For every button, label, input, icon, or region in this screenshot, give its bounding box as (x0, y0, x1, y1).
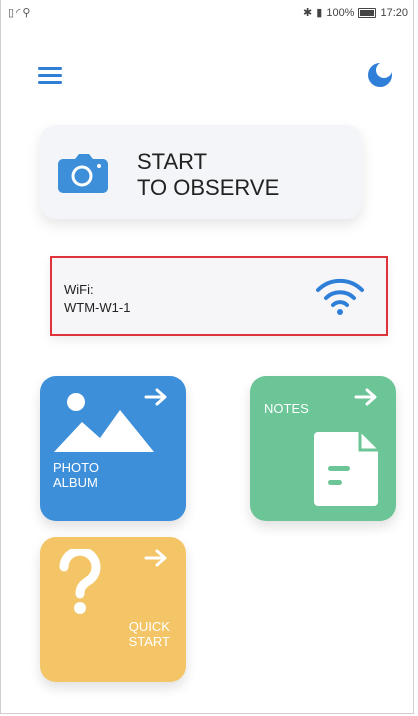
vibrate-icon: ▮ (316, 7, 323, 19)
start-observe-line1: START (137, 149, 208, 174)
photo-album-line2: ALBUM (53, 475, 98, 490)
start-observe-button[interactable]: START TO OBSERVE (40, 125, 362, 219)
quick-start-line1: QUICK (128, 619, 170, 634)
camera-icon (58, 154, 108, 193)
bluetooth-icon: ✱ (303, 7, 313, 19)
document-icon (314, 432, 378, 506)
quick-start-line2: START (128, 634, 170, 649)
status-left-icons: ▯◜⚲ (8, 6, 32, 19)
status-right: ✱ ▮ 100% 17:20 (303, 6, 408, 20)
wifi-ssid: WTM-W1-1 (64, 300, 131, 315)
photo-album-label: PHOTO ALBUM (53, 460, 99, 490)
arrow-right-icon (144, 549, 167, 567)
quick-start-tile[interactable]: QUICK START (40, 537, 186, 682)
arrow-right-icon (354, 388, 377, 406)
photo-mountain-icon (54, 393, 154, 452)
moon-icon[interactable] (365, 60, 395, 90)
start-observe-line2: TO OBSERVE (137, 175, 280, 200)
battery-percent: 100% (326, 6, 355, 19)
wifi-status-card[interactable]: WiFi: WTM-W1-1 (50, 256, 388, 336)
usb-icon: ⚲ (22, 7, 33, 19)
start-observe-label: START TO OBSERVE (137, 149, 279, 201)
quick-start-label: QUICK START (129, 619, 170, 649)
photo-album-line1: PHOTO (53, 460, 99, 475)
photo-album-tile[interactable]: PHOTO ALBUM (40, 376, 186, 521)
status-bar: ▯◜⚲ ✱ ▮ 100% 17:20 (0, 0, 418, 26)
hamburger-menu-icon[interactable] (38, 67, 62, 85)
question-mark-icon (59, 549, 101, 614)
clock: 17:20 (380, 6, 408, 19)
battery-icon (358, 7, 377, 18)
notes-tile[interactable]: NOTES (250, 376, 396, 521)
sim-icon: ▯ (8, 7, 17, 19)
notes-label: NOTES (264, 401, 309, 416)
wifi-label: WiFi: (64, 282, 94, 297)
wifi-icon (316, 278, 364, 315)
